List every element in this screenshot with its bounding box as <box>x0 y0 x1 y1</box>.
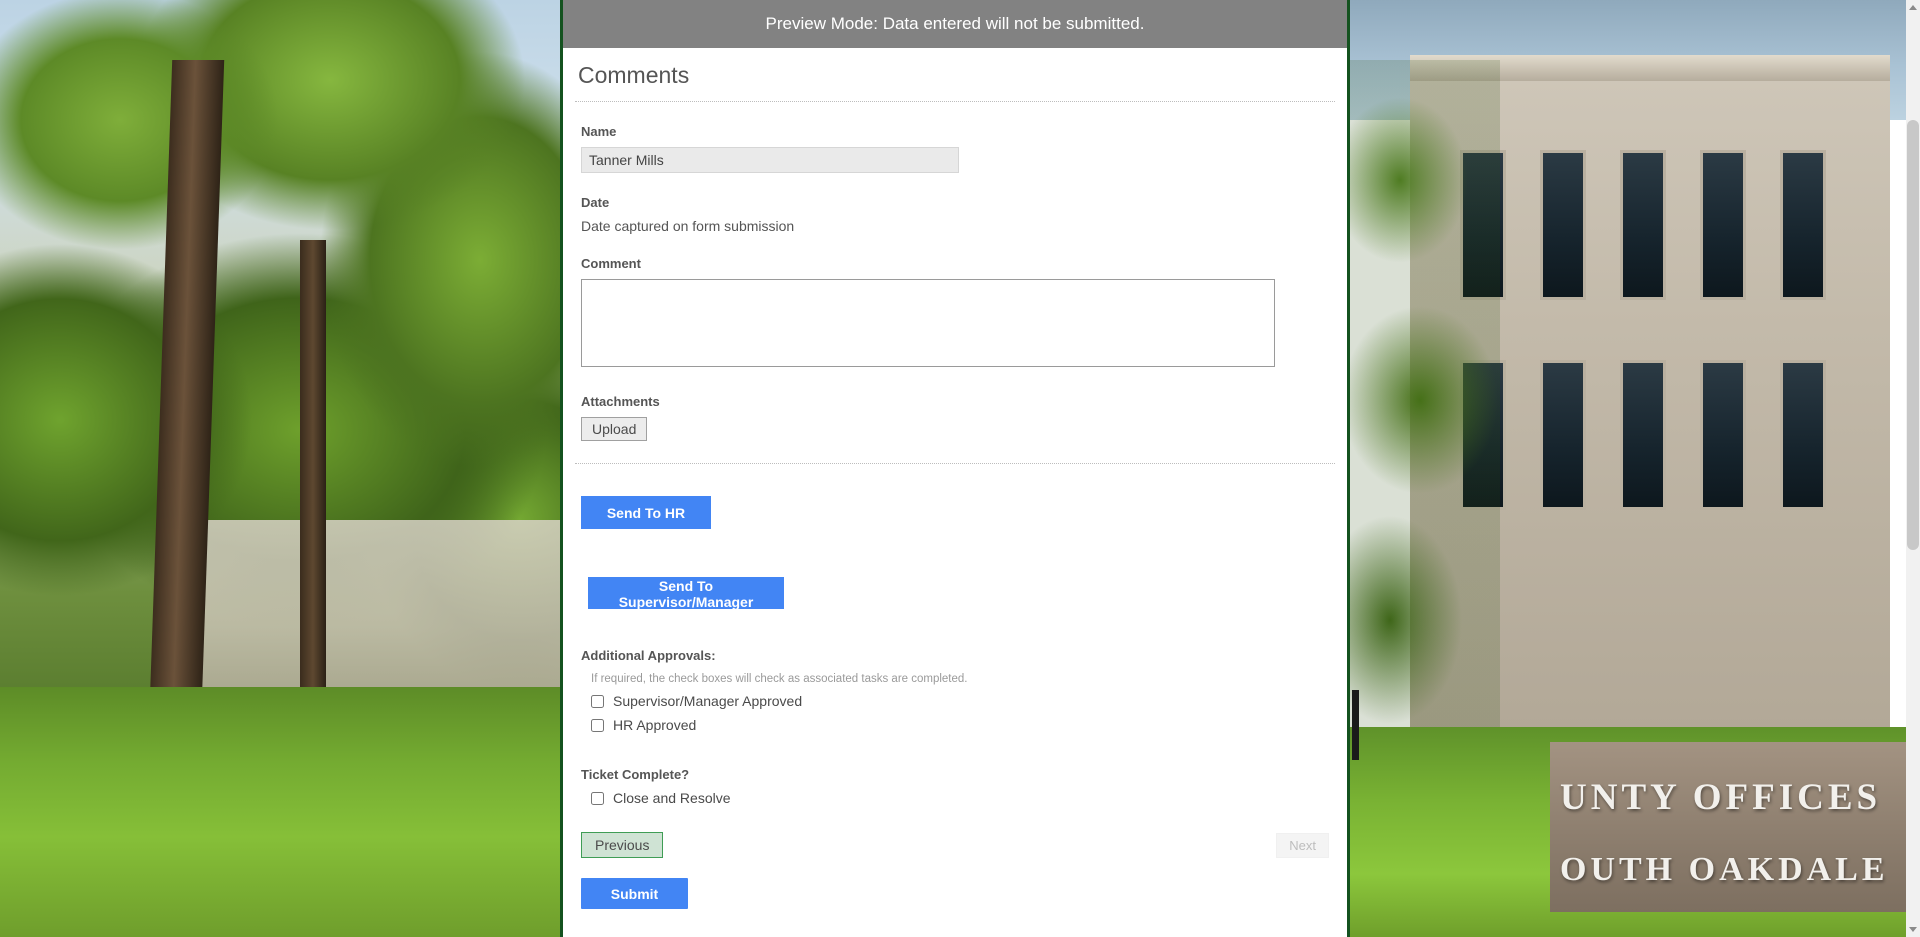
page-title: Comments <box>578 62 690 88</box>
form-body: Comments Name Date Date captured on form… <box>563 48 1347 909</box>
approval-row-hr[interactable]: HR Approved <box>591 717 1347 733</box>
scroll-up-arrow-icon[interactable] <box>1909 5 1917 10</box>
sign-line-1: UNTY OFFICES <box>1560 777 1882 818</box>
send-to-supervisor-button[interactable]: Send To Supervisor/Manager <box>588 577 784 610</box>
additional-approvals-helper: If required, the check boxes will check … <box>591 673 968 685</box>
preview-mode-banner: Preview Mode: Data entered will not be s… <box>563 0 1347 48</box>
building-window <box>1620 360 1666 510</box>
close-and-resolve-label: Close and Resolve <box>613 790 731 806</box>
building-window <box>1780 360 1826 510</box>
additional-approvals-title: Additional Approvals: <box>581 648 716 663</box>
comment-textarea[interactable] <box>581 279 1275 367</box>
tree-right <box>1350 60 1500 740</box>
lawn-left <box>0 687 560 937</box>
building-window <box>1700 360 1746 510</box>
date-label: Date <box>581 195 610 210</box>
tree-trunk-secondary <box>300 240 326 720</box>
navigation-row: Previous Next <box>581 832 1329 858</box>
hr-approved-checkbox[interactable] <box>591 718 604 732</box>
scroll-down-arrow-icon[interactable] <box>1909 927 1917 932</box>
upload-button[interactable]: Upload <box>581 417 648 441</box>
screenshot-root: UNTY OFFICES OUTH OAKDALE Preview Mode: … <box>0 0 1920 937</box>
preview-mode-message: Preview Mode: Data entered will not be s… <box>765 14 1145 33</box>
supervisor-approved-checkbox[interactable] <box>591 694 604 708</box>
background-photo-right: UNTY OFFICES OUTH OAKDALE <box>1350 0 1920 937</box>
approval-row-supervisor[interactable]: Supervisor/Manager Approved <box>591 693 1347 709</box>
comment-field-group: Comment <box>563 256 1347 372</box>
close-and-resolve-checkbox[interactable] <box>591 791 604 805</box>
date-value: Date captured on form submission <box>581 218 795 234</box>
scrollbar-thumb[interactable] <box>1907 120 1919 550</box>
building-window <box>1540 360 1586 510</box>
name-label: Name <box>581 124 617 139</box>
title-divider <box>575 101 1335 102</box>
lamp-post-right <box>1352 690 1359 760</box>
ticket-complete-title: Ticket Complete? <box>581 767 690 782</box>
building-window <box>1620 150 1666 300</box>
background-photo-left <box>0 0 560 937</box>
form-window: Preview Mode: Data entered will not be s… <box>560 0 1350 937</box>
supervisor-approved-label: Supervisor/Manager Approved <box>613 693 803 709</box>
name-field-group: Name <box>563 124 1347 173</box>
page-scrollbar[interactable] <box>1906 0 1920 937</box>
comment-label: Comment <box>581 256 641 271</box>
hr-approved-label: HR Approved <box>613 717 697 733</box>
date-field-group: Date Date captured on form submission <box>563 195 1347 234</box>
ticket-row-close-resolve[interactable]: Close and Resolve <box>591 790 1347 806</box>
previous-button[interactable]: Previous <box>581 832 664 858</box>
sign-line-2: OUTH OAKDALE <box>1560 851 1889 888</box>
submit-button[interactable]: Submit <box>581 878 688 909</box>
building-window <box>1540 150 1586 300</box>
building-window <box>1780 150 1826 300</box>
background-building-left <box>200 520 560 700</box>
attachments-group: Attachments Upload <box>563 394 1347 441</box>
actions-divider <box>575 463 1335 464</box>
next-button[interactable]: Next <box>1276 832 1329 858</box>
attachments-label: Attachments <box>581 394 660 409</box>
send-to-hr-button[interactable]: Send To HR <box>581 496 711 529</box>
name-input[interactable] <box>581 147 959 173</box>
building-window <box>1700 150 1746 300</box>
